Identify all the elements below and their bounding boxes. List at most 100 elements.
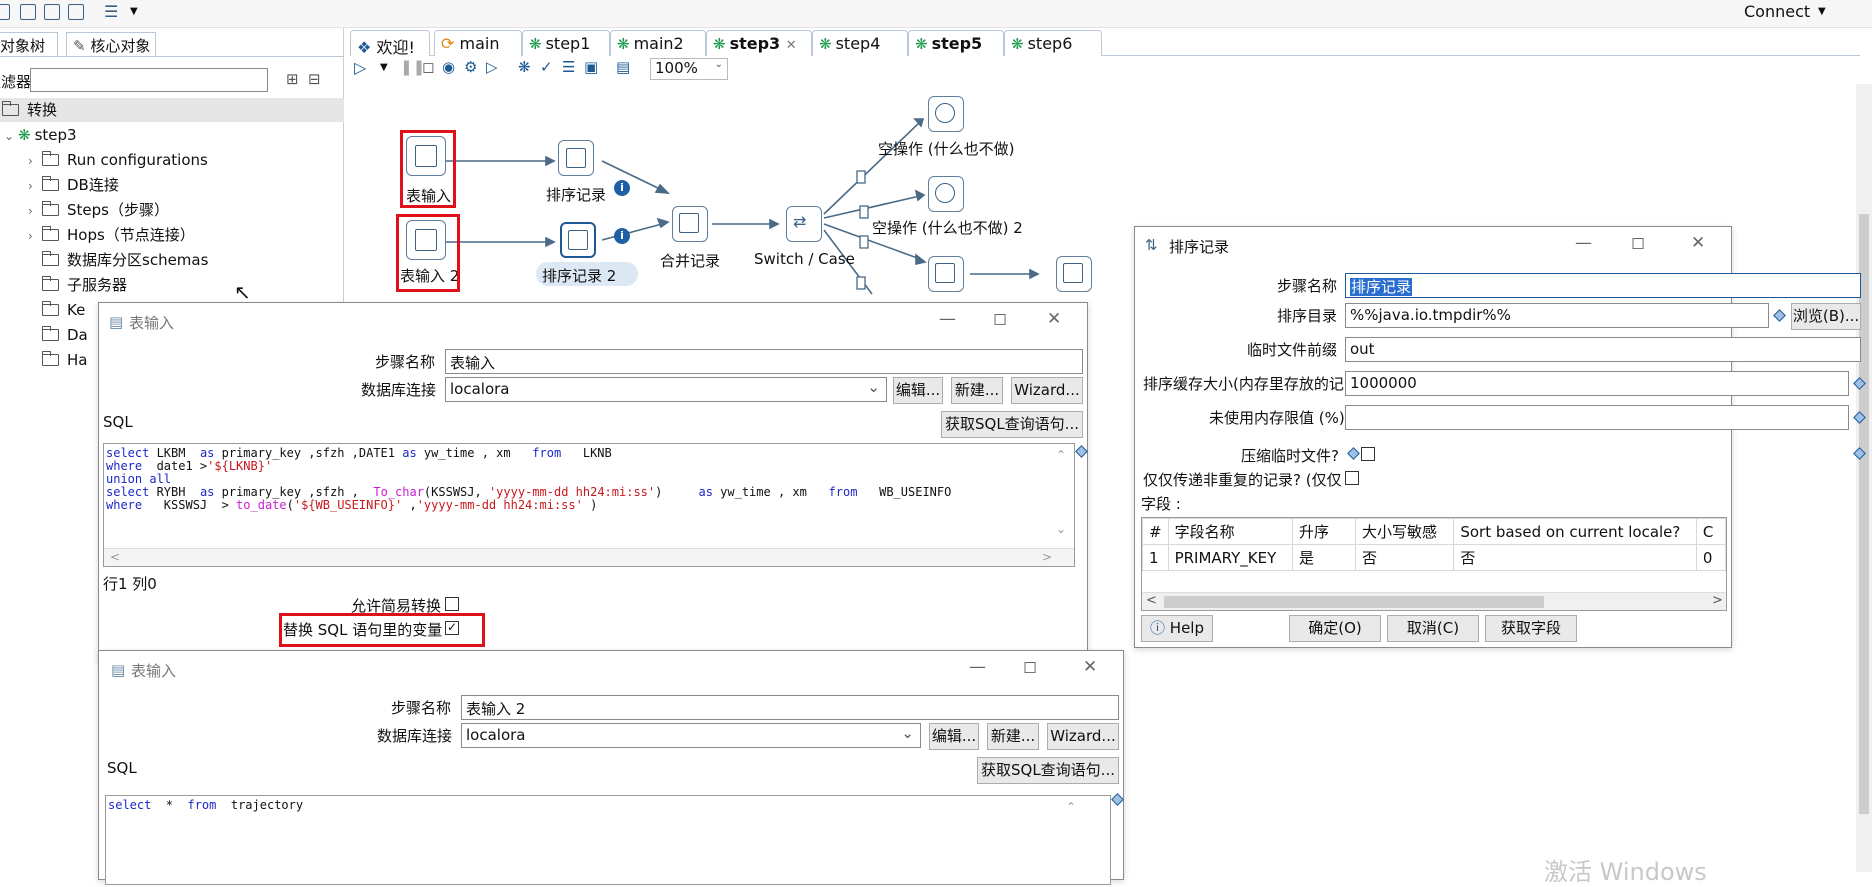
tab-step5[interactable]: ❋ step5 <box>908 30 1004 56</box>
horizontal-scrollbar[interactable]: < > <box>104 548 1074 566</box>
column-header[interactable]: Sort based on current locale? <box>1453 518 1697 545</box>
step-dummy-2[interactable] <box>928 176 964 212</box>
step-switch-case[interactable]: ⇄ <box>786 206 822 242</box>
vertical-scrollbar[interactable] <box>1856 84 1872 872</box>
chevron-down-icon[interactable]: ▼ <box>130 6 138 17</box>
horizontal-scrollbar[interactable]: < > <box>1142 592 1726 610</box>
column-header[interactable]: 大小写敏感 <box>1354 518 1455 545</box>
tab-core-objects[interactable]: ✎ 核心对象 <box>66 32 156 56</box>
edit-connection-button[interactable]: 编辑... <box>893 377 943 404</box>
get-fields-button[interactable]: 获取字段 <box>1485 615 1577 642</box>
table-row[interactable]: 1 PRIMARY_KEY 是 否 否 0 <box>1142 544 1726 571</box>
unique-rows-checkbox[interactable] <box>1345 471 1359 485</box>
run-icon[interactable]: ▷ <box>354 58 366 77</box>
new-connection-button[interactable]: 新建... <box>951 377 1003 404</box>
fields-table[interactable]: # 字段名称 升序 大小写敏感 Sort based on current lo… <box>1141 517 1727 611</box>
save-as-icon[interactable] <box>68 4 84 20</box>
replay-icon[interactable]: ▷ <box>486 58 498 76</box>
collator-cell[interactable]: 0 <box>1695 544 1726 571</box>
tree-item[interactable]: Da <box>41 323 88 347</box>
column-header[interactable]: 升序 <box>1292 518 1356 545</box>
tree-item[interactable]: 子服务器 <box>41 273 127 297</box>
maximize-icon[interactable]: ◻ <box>993 309 1007 329</box>
tab-step3[interactable]: ❋ step3 ✕ <box>706 30 812 56</box>
align-icon[interactable]: ▤ <box>616 58 630 76</box>
ok-button[interactable]: 确定(O) <box>1289 615 1381 642</box>
column-header[interactable]: C <box>1695 518 1726 545</box>
tree-item[interactable]: › Hops（节点连接） <box>28 223 195 247</box>
tab-step4[interactable]: ❋ step4 <box>812 30 908 56</box>
step-sort-rows-2[interactable] <box>560 222 596 258</box>
step-merge-rows[interactable] <box>672 206 708 242</box>
tab-main2[interactable]: ❋ main2 <box>610 30 706 56</box>
verify-icon[interactable]: ❋ <box>518 58 531 76</box>
lazy-conversion-checkbox[interactable] <box>445 597 459 611</box>
temp-prefix-input[interactable]: out <box>1345 337 1861 362</box>
minimize-icon[interactable]: — <box>1575 233 1592 253</box>
tree-item[interactable]: Ke <box>41 298 85 322</box>
edit-connection-button[interactable]: 编辑... <box>929 723 979 750</box>
step-name-input[interactable]: 排序记录 <box>1345 273 1861 298</box>
minimize-icon[interactable]: — <box>969 657 986 677</box>
tab-main-object-tree[interactable]: 主对象树 <box>0 32 58 56</box>
tree-root-transformations[interactable]: 转换 <box>0 98 344 122</box>
get-sql-button[interactable]: 获取SQL查询语句... <box>941 411 1083 438</box>
scroll-up-icon[interactable]: ⌃ <box>1056 448 1066 462</box>
run-options-chevron-icon[interactable]: ▼ <box>380 62 388 73</box>
cancel-button[interactable]: 取消(C) <box>1387 615 1479 642</box>
tab-step1[interactable]: ❋ step1 <box>522 30 610 56</box>
info-icon[interactable]: i <box>614 228 630 244</box>
chevron-right-icon[interactable]: › <box>28 224 42 248</box>
tab-main[interactable]: ⟳ main <box>434 30 522 56</box>
free-memory-input[interactable] <box>1345 405 1849 430</box>
wizard-button[interactable]: Wizard... <box>1011 377 1083 404</box>
open-file-icon[interactable] <box>20 4 36 20</box>
chevron-right-icon[interactable]: › <box>28 174 42 198</box>
chevron-right-icon[interactable]: › <box>28 199 42 223</box>
maximize-icon[interactable]: ◻ <box>1023 657 1037 677</box>
step-name-input[interactable]: 表输入 2 <box>461 695 1119 720</box>
sql-icon[interactable]: ☰ <box>562 58 575 76</box>
zoom-select[interactable]: 100% ⌄ <box>650 58 728 80</box>
db-connection-select[interactable]: localora ⌄ <box>445 377 887 402</box>
column-header[interactable]: 字段名称 <box>1167 518 1294 545</box>
filter-input[interactable] <box>30 68 268 92</box>
layers-icon[interactable]: ☰ <box>104 2 118 21</box>
tab-welcome[interactable]: ❖ 欢迎! <box>350 30 430 57</box>
expand-all-icon[interactable]: ⊞ <box>286 70 299 88</box>
scroll-right-icon[interactable]: > <box>1712 593 1723 608</box>
compress-temp-checkbox[interactable] <box>1361 447 1375 461</box>
sort-cache-size-input[interactable]: 1000000 <box>1345 371 1849 396</box>
step-sort-rows-1[interactable] <box>558 140 594 176</box>
close-icon[interactable]: ✕ <box>786 38 797 53</box>
new-file-icon[interactable] <box>0 4 10 20</box>
scroll-down-icon[interactable]: ⌄ <box>1056 522 1066 536</box>
field-name-cell[interactable]: PRIMARY_KEY <box>1167 544 1294 571</box>
db-connection-select[interactable]: localora ⌄ <box>461 723 921 748</box>
sort-directory-input[interactable]: %%java.io.tmpdir%% <box>1345 303 1769 328</box>
tree-item[interactable]: › Steps（步骤） <box>28 198 169 222</box>
connect-button[interactable]: Connect <box>1744 2 1810 21</box>
scrollbar-thumb[interactable] <box>1164 596 1544 608</box>
tab-step6[interactable]: ❋ step6 <box>1004 30 1102 56</box>
save-icon[interactable] <box>44 4 60 20</box>
scroll-right-icon[interactable]: > <box>1042 550 1052 564</box>
stop-icon[interactable]: ◻ <box>422 58 434 76</box>
debug-icon[interactable]: ⚙ <box>464 58 477 76</box>
info-icon[interactable]: i <box>614 180 630 196</box>
chevron-down-icon[interactable]: ⌄ <box>4 124 18 148</box>
tree-item[interactable]: › Run configurations <box>28 148 208 172</box>
sql-editor[interactable]: select LKBM as primary_key ,sfzh ,DATE1 … <box>103 443 1075 567</box>
chevron-right-icon[interactable]: › <box>28 149 42 173</box>
locale-cell[interactable]: 否 <box>1453 544 1697 571</box>
browse-button[interactable]: 浏览(B)... <box>1791 303 1861 330</box>
tree-item[interactable]: Ha <box>41 348 87 372</box>
wizard-button[interactable]: Wizard... <box>1047 723 1119 750</box>
new-connection-button[interactable]: 新建... <box>987 723 1039 750</box>
scroll-left-icon[interactable]: < <box>1146 593 1157 608</box>
tree-item[interactable]: 数据库分区schemas <box>41 248 208 272</box>
step-dummy-1[interactable] <box>928 96 964 132</box>
explore-db-icon[interactable]: ▣ <box>584 58 598 76</box>
ascending-cell[interactable]: 是 <box>1292 544 1356 571</box>
maximize-icon[interactable]: ◻ <box>1631 233 1645 253</box>
